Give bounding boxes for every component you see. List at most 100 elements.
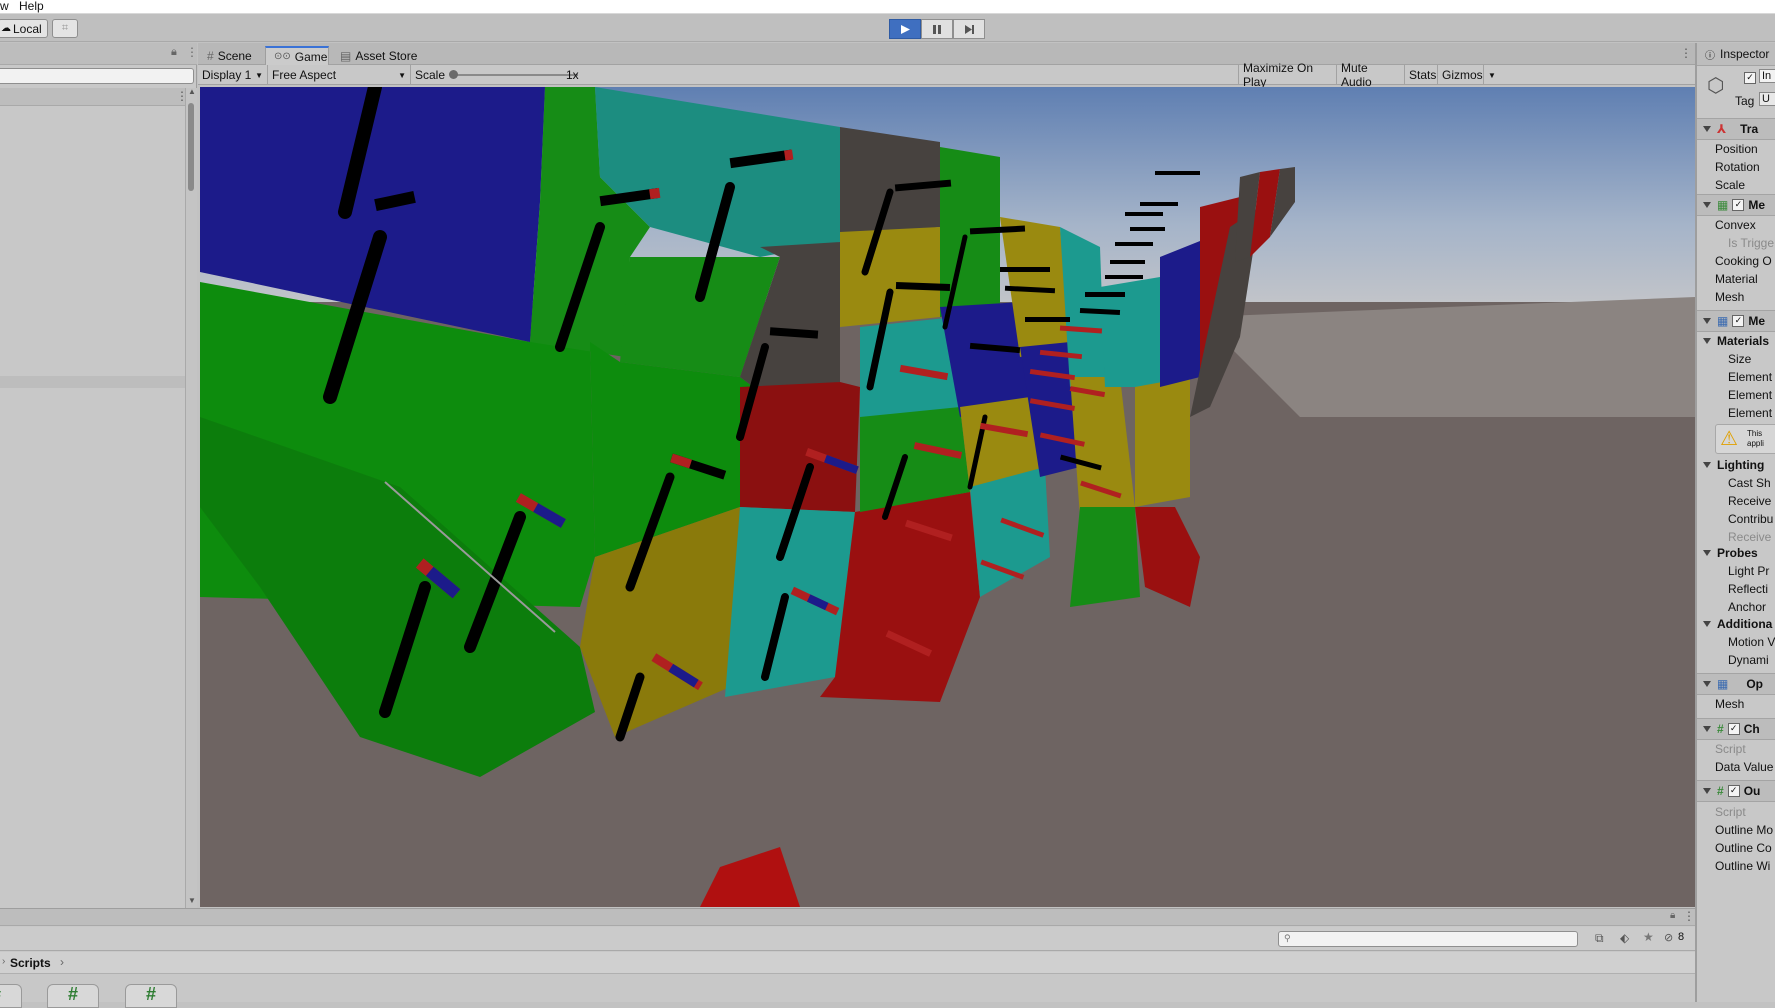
bar-segment xyxy=(1025,317,1070,322)
reflection-probes-field: Reflecti xyxy=(1728,582,1769,596)
cooking-options-field: Cooking O xyxy=(1715,254,1772,268)
script-asset[interactable]: # xyxy=(0,984,22,1008)
chevron-down-icon xyxy=(1703,126,1711,132)
maximize-on-play-toggle[interactable]: Maximize On Play xyxy=(1238,61,1337,89)
warning-text-line-1: This xyxy=(1747,429,1763,438)
bar-segment xyxy=(649,187,661,200)
scroll-up-icon[interactable]: ▲ xyxy=(188,87,196,96)
hash-icon: # xyxy=(207,48,214,63)
hierarchy-panel: 🔒︎ ⋮ ⋮ ▲ ▼ xyxy=(0,43,198,908)
inspector-tab[interactable]: ⓘ Inspector xyxy=(1697,43,1775,66)
transform-title: Tra xyxy=(1740,122,1759,136)
hierarchy-row[interactable]: ⋮ xyxy=(0,88,190,106)
mesh-renderer-header[interactable]: ▦ ✓ Me xyxy=(1697,310,1775,332)
mute-audio-toggle[interactable]: Mute Audio xyxy=(1337,61,1405,89)
scale-slider-track[interactable] xyxy=(453,74,578,76)
us-map-3d-chart xyxy=(200,87,1695,907)
lighting-title: Lighting xyxy=(1717,458,1765,472)
state-alabama xyxy=(1070,507,1140,607)
script-asset[interactable]: # xyxy=(47,984,99,1008)
dynamic-occlusion-field: Dynami xyxy=(1728,653,1769,667)
chevron-down-icon: ▼ xyxy=(255,70,263,80)
bar-segment xyxy=(1000,267,1050,272)
step-button[interactable] xyxy=(953,19,985,39)
object-name-field[interactable]: In xyxy=(1759,69,1775,83)
mesh-renderer-title: Me xyxy=(1748,314,1766,328)
tag-dropdown[interactable]: U xyxy=(1759,92,1775,106)
game-toolbar: Display 1 ▼ Free Aspect ▼ Scale 1x Maxim… xyxy=(198,61,1695,89)
hierarchy-divider xyxy=(0,376,185,388)
probes-foldout[interactable]: Probes xyxy=(1697,543,1775,563)
bar-segment xyxy=(1140,202,1178,206)
motion-vectors-field: Motion V xyxy=(1728,635,1775,649)
collab-button[interactable]: ⌗ xyxy=(52,19,78,38)
receive-shadows-field: Receive xyxy=(1728,494,1772,508)
stats-toggle[interactable]: Stats xyxy=(1405,65,1438,85)
collab-icon: ⌗ xyxy=(61,22,69,34)
lighting-foldout[interactable]: Lighting xyxy=(1697,455,1775,475)
kebab-menu-icon[interactable]: ⋮ xyxy=(186,45,198,59)
bag-icon: ▤ xyxy=(340,48,352,63)
aspect-dropdown[interactable]: Free Aspect ▼ xyxy=(268,65,411,85)
kebab-menu-icon[interactable]: ⋮ xyxy=(1683,909,1695,923)
tab-asset-store[interactable]: ▤ Asset Store xyxy=(331,46,431,65)
outline-mesh-header[interactable]: ▦ Op xyxy=(1697,673,1775,695)
mesh-collider-header[interactable]: ▦ ✓ Me xyxy=(1697,194,1775,216)
star-icon[interactable]: ★ xyxy=(1643,930,1654,944)
lock-icon[interactable]: 🔒︎ xyxy=(1670,910,1675,921)
hierarchy-scroll-thumb[interactable] xyxy=(188,103,194,191)
transform-rotation: Rotation xyxy=(1715,160,1760,174)
outline-script-header[interactable]: # ✓ Ou xyxy=(1697,780,1775,802)
script-icon: # xyxy=(1717,722,1724,736)
additional-settings-title: Additiona xyxy=(1717,617,1773,631)
materials-element: Element xyxy=(1728,370,1773,384)
label-icon[interactable]: ⬖ xyxy=(1620,931,1629,945)
chart-script-header[interactable]: # ✓ Ch xyxy=(1697,718,1775,740)
hidden-packages-icon[interactable]: ⊘ xyxy=(1664,931,1673,944)
chevron-down-icon xyxy=(1703,338,1711,344)
display-dropdown[interactable]: Display 1 ▼ xyxy=(198,65,268,85)
warning-icon: ⚠ xyxy=(1720,428,1738,450)
additional-settings-foldout[interactable]: Additiona xyxy=(1697,614,1775,634)
transform-header[interactable]: ⅄ Tra xyxy=(1697,118,1775,140)
filter-by-type-icon[interactable]: ⧉ xyxy=(1595,931,1604,946)
gizmos-toggle[interactable]: Gizmos xyxy=(1438,65,1484,85)
outline-script-field: Script xyxy=(1715,805,1746,819)
mesh-renderer-enabled-checkbox[interactable]: ✓ xyxy=(1732,315,1745,327)
tab-scene-label: Scene xyxy=(217,48,252,63)
script-icon: # xyxy=(1717,784,1724,798)
active-checkbox[interactable]: ✓ xyxy=(1744,72,1756,84)
hierarchy-search-input[interactable] xyxy=(0,68,194,84)
breadcrumb-scripts[interactable]: Scripts xyxy=(10,956,51,970)
search-icon: ⚲ xyxy=(1284,933,1291,943)
pause-button[interactable] xyxy=(921,19,953,39)
menu-window[interactable]: w xyxy=(0,0,9,13)
game-viewport[interactable] xyxy=(200,87,1695,907)
bar-segment xyxy=(1115,242,1153,246)
outline-script-enabled-checkbox[interactable]: ✓ xyxy=(1727,785,1740,797)
hierarchy-scrollbar[interactable] xyxy=(185,88,197,908)
hierarchy-header: 🔒︎ ⋮ xyxy=(0,43,198,65)
scale-slider-handle[interactable] xyxy=(449,70,458,79)
project-search-input[interactable]: ⚲ xyxy=(1278,931,1578,947)
chevron-down-icon xyxy=(1703,202,1711,208)
data-value-field: Data Value xyxy=(1715,760,1774,774)
bar-segment xyxy=(1085,292,1125,297)
menu-help[interactable]: Help xyxy=(19,0,44,13)
script-asset[interactable]: # xyxy=(125,984,177,1008)
mesh-collider-enabled-checkbox[interactable]: ✓ xyxy=(1732,199,1745,211)
layer-button[interactable]: ☁ Local xyxy=(0,19,48,38)
materials-foldout[interactable]: Materials xyxy=(1697,331,1775,351)
kebab-menu-icon[interactable]: ⋮ xyxy=(1680,46,1692,60)
gizmos-dropdown[interactable]: ▼ xyxy=(1484,65,1500,85)
materials-size: Size xyxy=(1728,352,1752,366)
play-button[interactable] xyxy=(889,19,921,39)
tab-game-label: Game xyxy=(294,49,328,64)
outline-color-field: Outline Co xyxy=(1715,841,1772,855)
warning-text-line-2: appli xyxy=(1747,439,1764,448)
tab-game[interactable]: ⊙⊙ Game xyxy=(265,46,329,65)
tab-scene[interactable]: # Scene xyxy=(198,46,264,65)
lock-icon[interactable]: 🔒︎ xyxy=(171,46,177,59)
scroll-down-icon[interactable]: ▼ xyxy=(188,896,196,905)
chart-script-enabled-checkbox[interactable]: ✓ xyxy=(1727,723,1740,735)
